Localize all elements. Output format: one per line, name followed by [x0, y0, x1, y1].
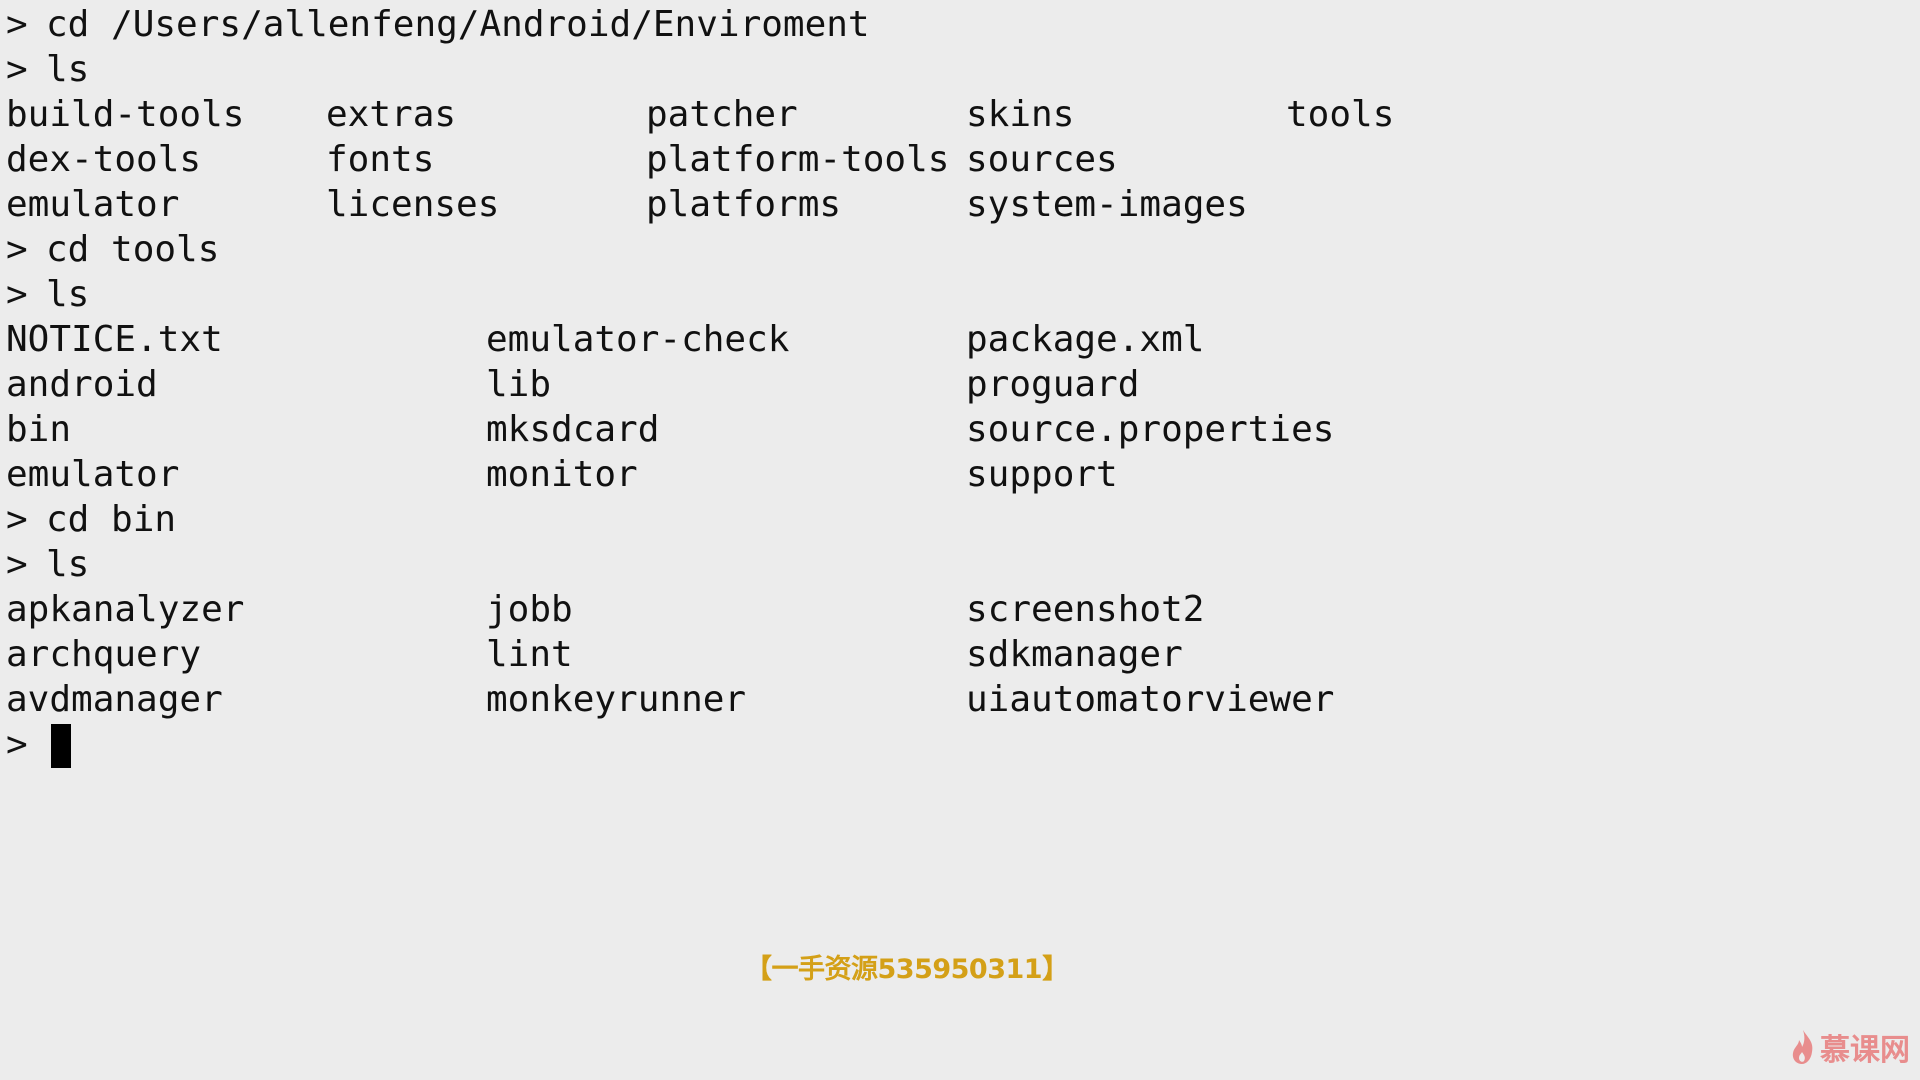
listing-row: dex-tools fonts platform-tools sources: [6, 137, 1118, 182]
listing-entry: platforms: [646, 184, 842, 225]
command-text: ls: [46, 49, 90, 90]
listing-entry: monkeyrunner: [486, 679, 747, 720]
listing-row: build-tools extras patcher skins tools: [6, 92, 1394, 137]
listing-entry: uiautomatorviewer: [966, 679, 1335, 720]
listing-entry: NOTICE.txt: [6, 319, 223, 360]
listing-entry: fonts: [326, 139, 435, 180]
text-cursor: [51, 724, 71, 768]
command-text: cd /Users/allenfeng/Android/Enviroment: [46, 4, 870, 45]
command-line: > cd /Users/allenfeng/Android/Enviroment: [6, 2, 870, 47]
listing-entry: archquery: [6, 634, 202, 675]
command-line: > cd bin: [6, 497, 176, 542]
prompt-symbol: >: [6, 49, 28, 90]
listing-row: emulator licenses platforms system-image…: [6, 182, 1248, 227]
prompt-symbol: >: [6, 229, 28, 270]
prompt-symbol: >: [6, 274, 28, 315]
logo-text: 慕课网: [1820, 1033, 1910, 1068]
listing-entry: platform-tools: [646, 139, 950, 180]
listing-entry: patcher: [646, 94, 798, 135]
command-text: ls: [46, 274, 90, 315]
listing-entry: system-images: [966, 184, 1248, 225]
listing-row: bin mksdcard source.properties: [6, 407, 1334, 452]
listing-entry: avdmanager: [6, 679, 223, 720]
listing-row: NOTICE.txt emulator-check package.xml: [6, 317, 1204, 362]
listing-entry: tools: [1286, 94, 1395, 135]
terminal-window[interactable]: > cd /Users/allenfeng/Android/Enviroment…: [0, 0, 1920, 1080]
listing-entry: extras: [326, 94, 457, 135]
listing-row: apkanalyzer jobb screenshot2: [6, 587, 1204, 632]
listing-entry: bin: [6, 409, 72, 450]
command-text: cd bin: [46, 499, 177, 540]
listing-entry: source.properties: [966, 409, 1335, 450]
listing-entry: support: [966, 454, 1118, 495]
listing-entry: emulator-check: [486, 319, 790, 360]
listing-entry: emulator: [6, 184, 180, 225]
listing-entry: android: [6, 364, 158, 405]
command-line: > cd tools: [6, 227, 219, 272]
listing-entry: sdkmanager: [966, 634, 1183, 675]
listing-row: android lib proguard: [6, 362, 1139, 407]
prompt-symbol: >: [6, 499, 28, 540]
listing-entry: monitor: [486, 454, 638, 495]
listing-entry: skins: [966, 94, 1075, 135]
listing-entry: sources: [966, 139, 1118, 180]
listing-row: emulator monitor support: [6, 452, 1118, 497]
command-text: cd tools: [46, 229, 220, 270]
listing-entry: licenses: [326, 184, 500, 225]
listing-entry: build-tools: [6, 94, 245, 135]
listing-row: archquery lint sdkmanager: [6, 632, 1183, 677]
listing-entry: emulator: [6, 454, 180, 495]
listing-entry: apkanalyzer: [6, 589, 245, 630]
listing-row: avdmanager monkeyrunner uiautomatorviewe…: [6, 677, 1334, 722]
listing-entry: mksdcard: [486, 409, 660, 450]
listing-entry: jobb: [486, 589, 573, 630]
prompt-symbol: >: [6, 724, 28, 765]
active-prompt-line[interactable]: >: [6, 722, 93, 768]
prompt-symbol: >: [6, 4, 28, 45]
prompt-symbol: >: [6, 544, 28, 585]
watermark-text: 【一手资源535950311】: [745, 954, 1069, 985]
command-line: > ls: [6, 272, 93, 317]
listing-entry: lint: [486, 634, 573, 675]
listing-entry: proguard: [966, 364, 1140, 405]
command-text: ls: [46, 544, 90, 585]
command-line: > ls: [6, 542, 93, 587]
brand-logo: 慕课网: [1790, 1022, 1910, 1072]
listing-entry: screenshot2: [966, 589, 1205, 630]
command-line: > ls: [6, 47, 93, 92]
listing-entry: package.xml: [966, 319, 1205, 360]
listing-entry: dex-tools: [6, 139, 202, 180]
flame-icon: [1792, 1030, 1813, 1064]
listing-entry: lib: [486, 364, 552, 405]
